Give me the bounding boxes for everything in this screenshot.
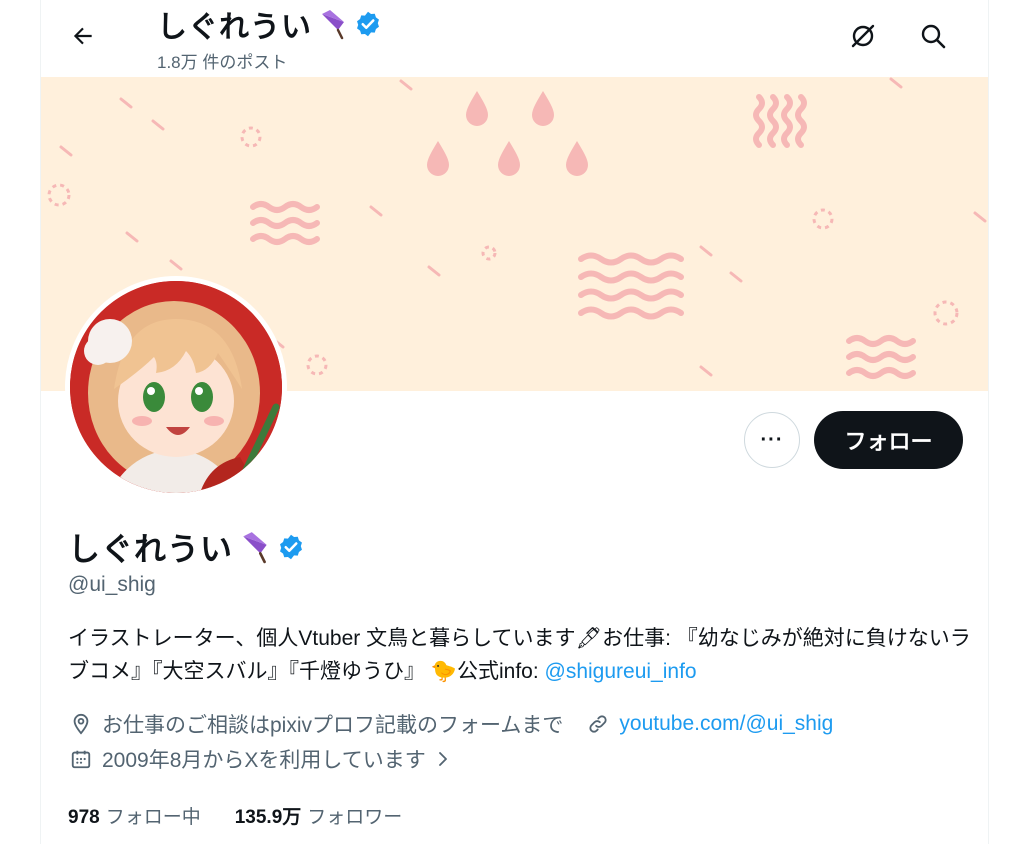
posts-count: 1.8万 件のポスト bbox=[157, 53, 288, 72]
profile-header-bar: しぐれうい 1.8万 件のポスト bbox=[41, 0, 988, 76]
profile-column: しぐれうい 1.8万 件のポスト ··· フォロー しぐれうい @ui_shig… bbox=[40, 0, 989, 844]
following-count: 978 bbox=[68, 807, 100, 828]
bio-text: イラストレーター、個人Vtuber 文鳥と暮らしています🖋お仕事: 『幼なじみが… bbox=[68, 627, 971, 683]
bio-mention-link[interactable]: @shigureui_info bbox=[545, 660, 697, 683]
search-button[interactable] bbox=[913, 16, 953, 56]
following-label: フォロー中 bbox=[105, 807, 201, 828]
user-handle: @ui_shig bbox=[68, 573, 156, 596]
verified-badge-icon bbox=[357, 11, 379, 37]
following-stat[interactable]: 978 フォロー中 bbox=[68, 802, 201, 829]
followers-stat[interactable]: 135.9万 フォロワー bbox=[235, 802, 403, 829]
follow-button[interactable]: フォロー bbox=[814, 411, 963, 469]
calendar-icon bbox=[68, 746, 94, 772]
location-pin-icon bbox=[68, 711, 94, 737]
profile-meta-row: お仕事のご相談はpixivプロフ記載のフォームまで youtube.com/@u… bbox=[68, 709, 833, 739]
avatar[interactable] bbox=[65, 276, 287, 498]
followers-count: 135.9万 bbox=[234, 807, 302, 828]
umbrella-emoji-icon bbox=[322, 10, 344, 40]
profile-website-link[interactable]: youtube.com/@ui_shig bbox=[619, 712, 833, 736]
profile-location: お仕事のご相談はpixivプロフ記載のフォームまで bbox=[102, 714, 564, 737]
profile-bio: イラストレーター、個人Vtuber 文鳥と暮らしています🖋お仕事: 『幼なじみが… bbox=[68, 622, 973, 688]
umbrella-emoji-icon bbox=[243, 532, 267, 564]
avatar-illustration bbox=[70, 281, 282, 493]
search-icon bbox=[921, 24, 946, 49]
header-display-name: しぐれうい bbox=[157, 11, 312, 44]
verified-badge-icon[interactable] bbox=[277, 533, 305, 561]
more-options-button[interactable]: ··· bbox=[744, 412, 800, 468]
arrow-left-icon bbox=[73, 27, 92, 45]
grok-icon bbox=[851, 24, 875, 48]
profile-joined-date: 2009年8月からXを利用しています bbox=[102, 749, 426, 772]
followers-label: フォロワー bbox=[307, 807, 403, 828]
display-name: しぐれうい bbox=[68, 531, 234, 567]
display-name-row: しぐれうい bbox=[68, 524, 305, 570]
grok-button[interactable] bbox=[843, 16, 883, 56]
header-name-row: しぐれうい bbox=[157, 2, 382, 46]
chevron-right-icon bbox=[430, 746, 456, 772]
link-icon bbox=[585, 711, 611, 737]
back-button[interactable] bbox=[61, 18, 105, 54]
follow-stats: 978 フォロー中 135.9万 フォロワー bbox=[68, 802, 402, 829]
profile-joined-row[interactable]: 2009年8月からXを利用しています bbox=[68, 744, 464, 774]
